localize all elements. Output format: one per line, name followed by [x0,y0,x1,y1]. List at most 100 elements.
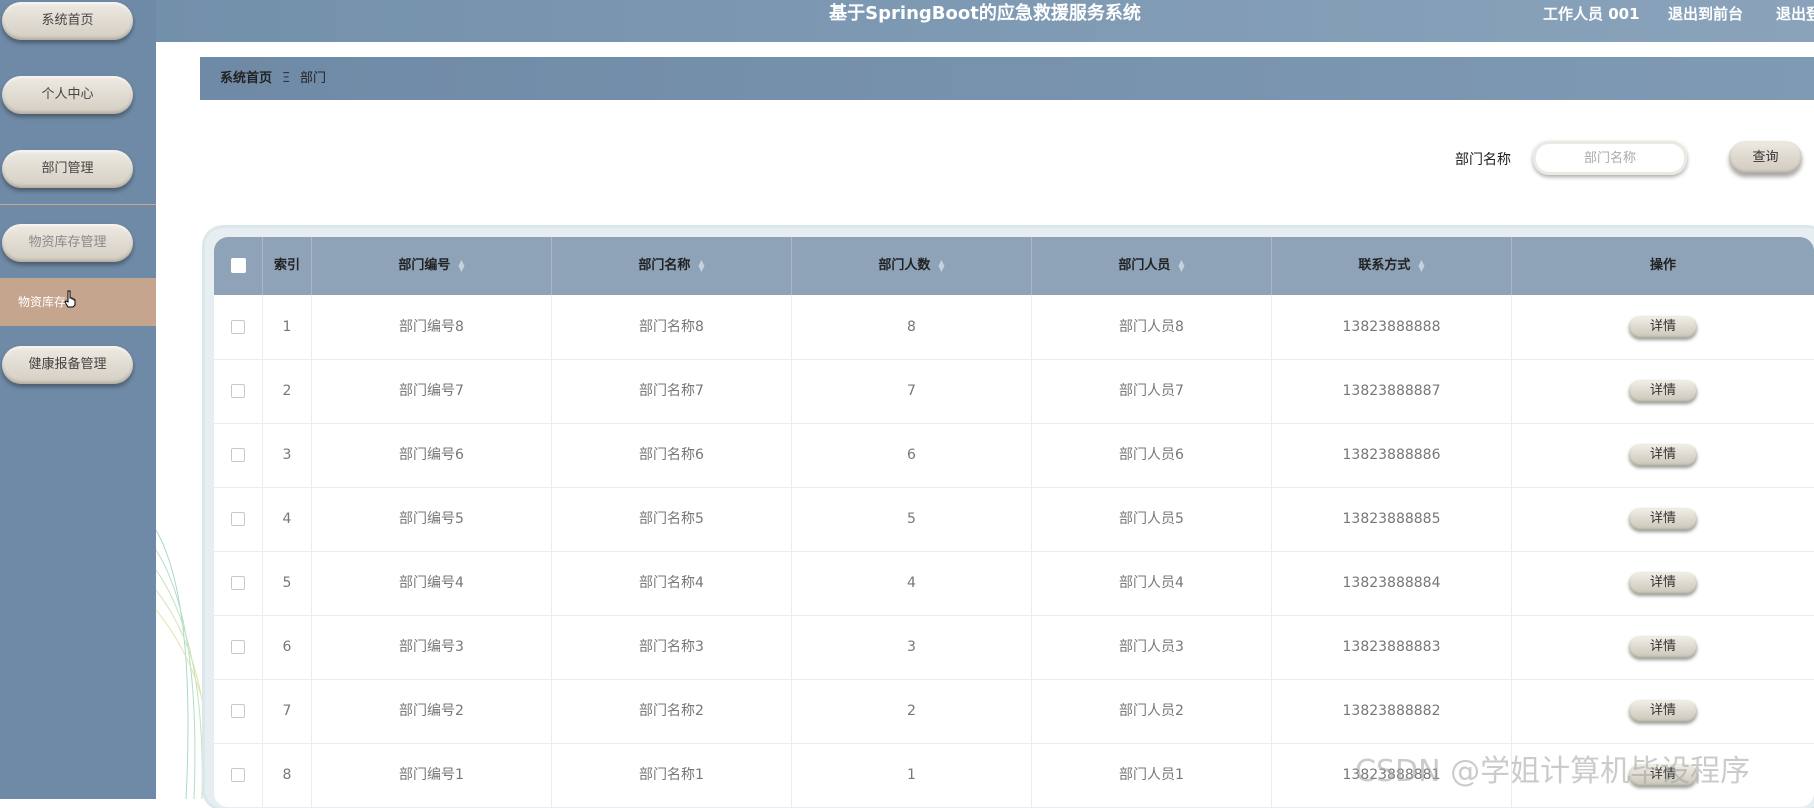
detail-button[interactable]: 详情 [1629,508,1697,530]
cell-member: 部门人员4 [1032,551,1272,615]
cell-action: 详情 [1512,551,1814,615]
detail-button[interactable]: 详情 [1629,380,1697,402]
top-header: 基于SpringBoot的应急救援服务系统 工作人员 001 退出到前台 退出登 [156,0,1814,42]
column-header-code[interactable]: 部门编号 ▲ ▼ [312,237,552,295]
column-header-code-label: 部门编号 [398,258,451,273]
column-header-phone[interactable]: 联系方式 ▲ ▼ [1272,237,1512,295]
cell-code: 部门编号2 [312,679,552,743]
sidebar-item-health-report[interactable]: 健康报备管理 [2,346,133,384]
row-checkbox[interactable] [231,704,245,718]
sort-icon[interactable]: ▲ ▼ [458,258,464,272]
breadcrumb-home[interactable]: 系统首页 [220,57,272,100]
sort-icon[interactable]: ▲ ▼ [938,258,944,272]
breadcrumb-separator-icon: Ξ [282,71,291,86]
query-button[interactable]: 查询 [1729,141,1802,174]
cell-member: 部门人员8 [1032,295,1272,359]
table-row: 4 部门编号5 部门名称5 5 部门人员5 13823888885 详情 [214,487,1814,552]
column-header-member[interactable]: 部门人员 ▲ ▼ [1032,237,1272,295]
cell-member: 部门人员7 [1032,359,1272,423]
cell-member: 部门人员5 [1032,487,1272,551]
cell-count: 4 [792,551,1032,615]
sidebar-divider [0,204,156,205]
cell-phone: 13823888882 [1272,679,1512,743]
cell-code: 部门编号8 [312,295,552,359]
cell-phone: 13823888887 [1272,359,1512,423]
cell-select [214,295,263,359]
cell-phone: 13823888888 [1272,295,1512,359]
column-header-count-label: 部门人数 [878,258,931,273]
cell-count: 8 [792,295,1032,359]
sort-icon[interactable]: ▲ ▼ [1418,258,1424,272]
user-label: 工作人员 001 [1543,5,1640,23]
sort-icon[interactable]: ▲ ▼ [698,258,704,272]
cell-select [214,743,263,807]
exit-to-frontend-link[interactable]: 退出到前台 [1668,0,1743,28]
cell-member: 部门人员6 [1032,423,1272,487]
table-header: 索引 部门编号 ▲ ▼ 部门名称 ▲ ▼ 部门人数 ▲ ▼ 部门人员 ▲ ▼ 联系方式 ▲ ▼ 操作 [214,237,1814,295]
cell-count: 5 [792,487,1032,551]
cell-action: 详情 [1512,359,1814,423]
cell-count: 1 [792,743,1032,807]
cell-name: 部门名称1 [552,743,792,807]
cell-member: 部门人员2 [1032,679,1272,743]
row-checkbox[interactable] [231,448,245,462]
cell-name: 部门名称6 [552,423,792,487]
column-header-index: 索引 [263,237,312,295]
cell-count: 6 [792,423,1032,487]
detail-button[interactable]: 详情 [1629,764,1697,786]
cell-member: 部门人员1 [1032,743,1272,807]
cell-count: 3 [792,615,1032,679]
select-all-cell [214,237,263,295]
department-name-search-input[interactable] [1533,141,1687,175]
detail-button[interactable]: 详情 [1629,572,1697,594]
cell-name: 部门名称3 [552,615,792,679]
cell-index: 4 [263,487,312,551]
select-all-checkbox[interactable] [230,258,246,273]
detail-button[interactable]: 详情 [1629,316,1697,338]
table-row: 5 部门编号4 部门名称4 4 部门人员4 13823888884 详情 [214,551,1814,616]
column-header-name-label: 部门名称 [638,258,691,273]
sidebar-item-home[interactable]: 系统首页 [2,2,133,40]
table-container: 索引 部门编号 ▲ ▼ 部门名称 ▲ ▼ 部门人数 ▲ ▼ 部门人员 ▲ ▼ 联系方式 ▲ ▼ 操作… [205,228,1814,808]
cell-name: 部门名称7 [552,359,792,423]
cell-phone: 13823888885 [1272,487,1512,551]
column-header-count[interactable]: 部门人数 ▲ ▼ [792,237,1032,295]
table-row: 7 部门编号2 部门名称2 2 部门人员2 13823888882 详情 [214,679,1814,744]
cell-action: 详情 [1512,423,1814,487]
column-header-member-label: 部门人员 [1118,258,1171,273]
cell-action: 详情 [1512,615,1814,679]
cell-action: 详情 [1512,487,1814,551]
cell-action: 详情 [1512,295,1814,359]
breadcrumb: 系统首页 Ξ 部门 [200,57,1814,100]
row-checkbox[interactable] [231,512,245,526]
row-checkbox[interactable] [231,384,245,398]
row-checkbox[interactable] [231,768,245,782]
sidebar-item-profile[interactable]: 个人中心 [2,76,133,114]
sort-icon[interactable]: ▲ ▼ [1178,258,1184,272]
hand-cursor-icon [64,290,76,308]
table-row: 1 部门编号8 部门名称8 8 部门人员8 13823888888 详情 [214,295,1814,360]
cell-name: 部门名称2 [552,679,792,743]
row-checkbox[interactable] [231,320,245,334]
cell-code: 部门编号4 [312,551,552,615]
cell-action: 详情 [1512,743,1814,807]
row-checkbox[interactable] [231,576,245,590]
detail-button[interactable]: 详情 [1629,636,1697,658]
sidebar-item-department[interactable]: 部门管理 [2,150,133,188]
cell-code: 部门编号1 [312,743,552,807]
row-checkbox[interactable] [231,640,245,654]
sidebar-subitem-inventory[interactable]: 物资库存 [0,278,156,326]
sidebar-item-inventory-management[interactable]: 物资库存管理 [2,224,133,262]
cell-name: 部门名称4 [552,551,792,615]
cell-select [214,551,263,615]
detail-button[interactable]: 详情 [1629,444,1697,466]
cell-index: 6 [263,615,312,679]
table-row: 6 部门编号3 部门名称3 3 部门人员3 13823888883 详情 [214,615,1814,680]
cell-index: 2 [263,359,312,423]
cell-index: 7 [263,679,312,743]
detail-button[interactable]: 详情 [1629,700,1697,722]
cell-code: 部门编号6 [312,423,552,487]
column-header-name[interactable]: 部门名称 ▲ ▼ [552,237,792,295]
cell-phone: 13823888881 [1272,743,1512,807]
logout-link[interactable]: 退出登 [1776,0,1814,28]
